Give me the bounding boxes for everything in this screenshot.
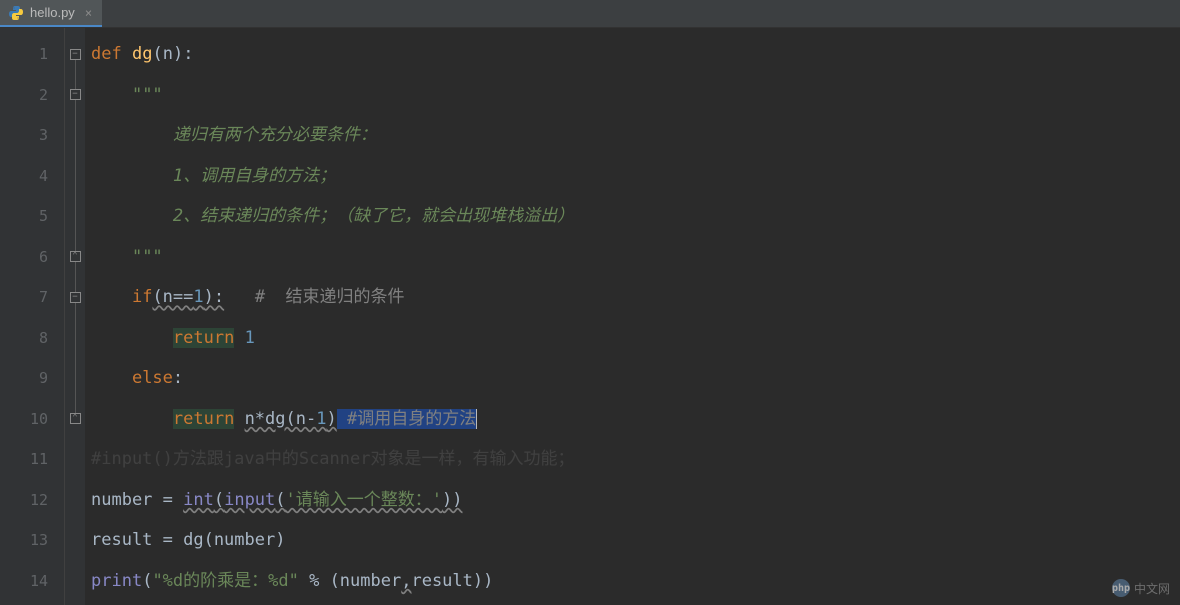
fold-end-icon[interactable]: ⌃ [70, 251, 81, 262]
line-number: 11 [0, 439, 64, 480]
tab-filename: hello.py [30, 5, 75, 20]
editor: 1 2 3 4 5 6 7 8 9 10 11 12 13 14 − − ⌃ −… [0, 28, 1180, 605]
line-number: 9 [0, 358, 64, 399]
line-number: 2 [0, 75, 64, 116]
line-number: 13 [0, 520, 64, 561]
line-number: 3 [0, 115, 64, 156]
line-number: 5 [0, 196, 64, 237]
code-line: return 1 [91, 318, 1180, 359]
fold-end-icon[interactable]: ⌃ [70, 413, 81, 424]
tab-bar: hello.py × [0, 0, 1180, 28]
code-line: result = dg(number) [91, 520, 1180, 561]
close-icon[interactable]: × [85, 6, 92, 20]
fold-gutter: − − ⌃ − ⌃ [65, 28, 85, 605]
watermark: php 中文网 [1112, 579, 1170, 597]
code-line: return n*dg(n-1) #调用自身的方法 [91, 399, 1180, 440]
code-area[interactable]: def dg(n): """ 递归有两个充分必要条件： 1、调用自身的方法； 2… [85, 28, 1180, 605]
line-number-gutter: 1 2 3 4 5 6 7 8 9 10 11 12 13 14 [0, 28, 65, 605]
fold-minus-icon[interactable]: − [70, 292, 81, 303]
line-number: 6 [0, 237, 64, 278]
code-line: print("%d的阶乘是：%d" % (number,result)) [91, 561, 1180, 602]
line-number: 10 [0, 399, 64, 440]
file-tab[interactable]: hello.py × [0, 0, 102, 27]
code-line: else: [91, 358, 1180, 399]
fold-minus-icon[interactable]: − [70, 89, 81, 100]
code-line: 递归有两个充分必要条件： [91, 115, 1180, 156]
line-number: 12 [0, 480, 64, 521]
code-line: """ [91, 75, 1180, 116]
line-number: 14 [0, 561, 64, 602]
code-line: if(n==1): # 结束递归的条件 [91, 277, 1180, 318]
code-line: #input()方法跟java中的Scanner对象是一样，有输入功能； [91, 439, 1180, 480]
watermark-logo-icon: php [1112, 579, 1130, 597]
code-line: 1、调用自身的方法； [91, 156, 1180, 197]
line-number: 4 [0, 156, 64, 197]
python-file-icon [8, 5, 24, 21]
watermark-text: 中文网 [1134, 580, 1170, 597]
code-line: """ [91, 237, 1180, 278]
line-number: 1 [0, 34, 64, 75]
line-number: 8 [0, 318, 64, 359]
fold-minus-icon[interactable]: − [70, 49, 81, 60]
line-number: 7 [0, 277, 64, 318]
code-line: 2、结束递归的条件；（缺了它，就会出现堆栈溢出） [91, 196, 1180, 237]
code-line: number = int(input('请输入一个整数：')) [91, 480, 1180, 521]
code-line: def dg(n): [91, 34, 1180, 75]
